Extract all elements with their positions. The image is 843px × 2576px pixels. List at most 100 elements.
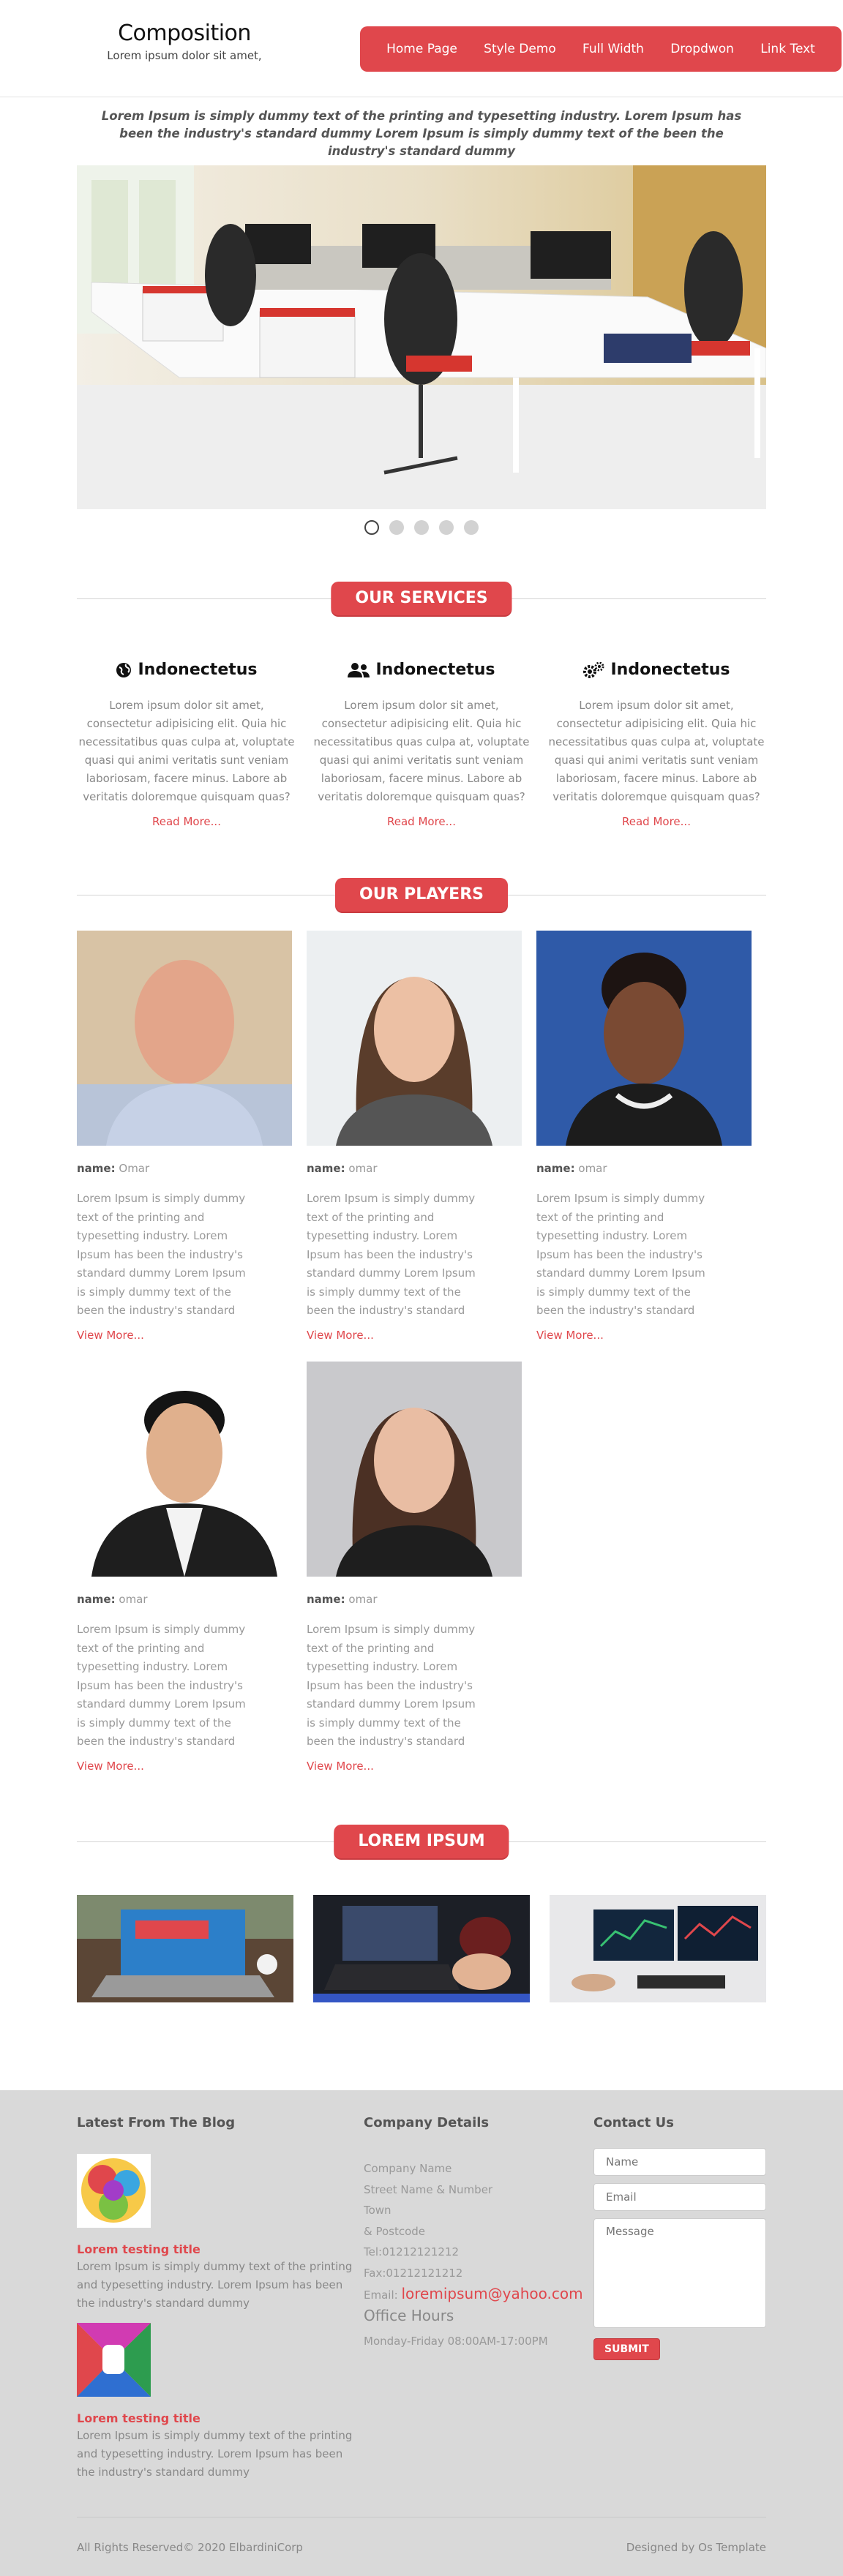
- blog-thumbnail[interactable]: [77, 2154, 151, 2228]
- slider-dots: [77, 520, 766, 535]
- view-more-link[interactable]: View More...: [536, 1329, 752, 1342]
- player-description: Lorem Ipsum is simply dummy text of the …: [536, 1192, 705, 1317]
- services-heading: OUR SERVICES: [77, 582, 766, 615]
- player-card: name: Omar Lorem Ipsum is simply dummy t…: [77, 931, 292, 1342]
- players-heading: OUR PLAYERS: [77, 878, 766, 912]
- player-card: name: omar Lorem Ipsum is simply dummy t…: [307, 931, 522, 1342]
- player-name: name: omar: [307, 1593, 522, 1606]
- company-town: Town: [364, 2204, 391, 2217]
- intro-text: Lorem Ipsum is simply dummy text of the …: [101, 109, 742, 158]
- player-card: name: omar Lorem Ipsum is simply dummy t…: [77, 1362, 292, 1773]
- gears-icon: [583, 661, 604, 678]
- slider-dot-1[interactable]: [364, 520, 379, 535]
- player-name-label: name:: [307, 1162, 345, 1175]
- player-name-value: omar: [348, 1162, 378, 1175]
- logo-title[interactable]: Composition: [104, 20, 265, 46]
- company-name: Company Name: [364, 2162, 452, 2175]
- service-title-text: Indonectetus: [610, 661, 730, 679]
- blog-column: Latest From The Blog Lorem testing title…: [77, 2115, 362, 2482]
- blog-post: Lorem testing title Lorem Ipsum is simpl…: [77, 2323, 362, 2482]
- read-more-link[interactable]: Read More...: [387, 815, 456, 828]
- player-name-label: name:: [77, 1593, 116, 1606]
- service-item: Indonectetus Lorem ipsum dolor sit amet,…: [312, 661, 531, 828]
- view-more-link[interactable]: View More...: [77, 1329, 292, 1342]
- service-title-text: Indonectetus: [138, 661, 258, 679]
- player-name: name: omar: [307, 1162, 522, 1175]
- player-photo: [536, 931, 752, 1146]
- player-description: Lorem Ipsum is simply dummy text of the …: [77, 1623, 246, 1748]
- hero-slider-image: [77, 165, 766, 509]
- company-fax: Fax:01212121212: [364, 2266, 463, 2280]
- nav-dropdown[interactable]: Dropdwon: [670, 42, 734, 56]
- service-description: Lorem ipsum dolor sit amet, consectetur …: [313, 699, 530, 803]
- nav-full-width[interactable]: Full Width: [582, 42, 644, 56]
- contact-email-input[interactable]: [593, 2183, 766, 2211]
- player-card: name: omar Lorem Ipsum is simply dummy t…: [536, 931, 752, 1342]
- office-hours-heading: Office Hours: [364, 2307, 454, 2324]
- player-name: name: omar: [536, 1162, 752, 1175]
- read-more-link[interactable]: Read More...: [622, 815, 691, 828]
- service-title: Indonectetus: [547, 661, 766, 679]
- slider-dot-4[interactable]: [439, 520, 454, 535]
- slider-dot-5[interactable]: [464, 520, 479, 535]
- company-email: Email: loremipsum@yahoo.com: [364, 2285, 583, 2302]
- player-card: name: omar Lorem Ipsum is simply dummy t…: [307, 1362, 522, 1773]
- player-name-label: name:: [307, 1593, 345, 1606]
- view-more-link[interactable]: View More...: [307, 1329, 522, 1342]
- email-label: Email:: [364, 2288, 398, 2302]
- slider-dot-2[interactable]: [389, 520, 404, 535]
- read-more-link[interactable]: Read More...: [152, 815, 221, 828]
- blog-post-title[interactable]: Lorem testing title: [77, 2242, 362, 2256]
- company-street: Street Name & Number: [364, 2182, 493, 2196]
- blog-post-text: Lorem Ipsum is simply dummy text of the …: [77, 2429, 353, 2479]
- contact-message-input[interactable]: [593, 2218, 766, 2328]
- gallery-heading-label: LOREM IPSUM: [334, 1825, 509, 1858]
- gallery-heading: LOREM IPSUM: [77, 1825, 766, 1858]
- view-more-link[interactable]: View More...: [77, 1760, 292, 1773]
- service-title: Indonectetus: [77, 661, 296, 679]
- services-heading-label: OUR SERVICES: [331, 582, 512, 615]
- service-title: Indonectetus: [312, 661, 531, 679]
- logo[interactable]: Composition Lorem ipsum dolor sit amet,: [104, 20, 265, 62]
- player-photo: [307, 1362, 522, 1577]
- gallery: [77, 1895, 766, 2002]
- blog-thumbnail[interactable]: [77, 2323, 151, 2397]
- contact-name-input[interactable]: [593, 2148, 766, 2176]
- designed-by[interactable]: Designed by Os Template: [626, 2541, 766, 2554]
- laptop-coffee-image[interactable]: [77, 1895, 293, 2002]
- player-photo: [77, 931, 292, 1146]
- globe-icon: [116, 662, 132, 677]
- nav-link-text[interactable]: Link Text: [760, 42, 815, 56]
- company-tel: Tel:01212121212: [364, 2245, 460, 2258]
- player-name-label: name:: [536, 1162, 575, 1175]
- trading-screens-image[interactable]: [550, 1895, 766, 2002]
- service-description: Lorem ipsum dolor sit amet, consectetur …: [548, 699, 765, 803]
- office-desks-image: [77, 165, 766, 509]
- footer-bottom: All Rights Reserved© 2020 ElbardiniCorp …: [77, 2517, 766, 2554]
- player-description: Lorem Ipsum is simply dummy text of the …: [307, 1623, 476, 1748]
- blog-post-text: Lorem Ipsum is simply dummy text of the …: [77, 2260, 353, 2310]
- company-heading: Company Details: [364, 2115, 490, 2130]
- nav-style-demo[interactable]: Style Demo: [484, 42, 556, 56]
- player-name: name: Omar: [77, 1162, 292, 1175]
- main-nav: Home Page Style Demo Full Width Dropdwon…: [360, 26, 842, 72]
- nav-home[interactable]: Home Page: [386, 42, 457, 56]
- email-link[interactable]: loremipsum@yahoo.com: [401, 2285, 582, 2302]
- gaming-laptop-image[interactable]: [313, 1895, 530, 2002]
- players-heading-label: OUR PLAYERS: [335, 878, 508, 912]
- site-header: Composition Lorem ipsum dolor sit amet, …: [0, 0, 843, 97]
- player-photo: [77, 1362, 292, 1577]
- player-name: name: omar: [77, 1593, 292, 1606]
- site-footer: Latest From The Blog Lorem testing title…: [0, 2090, 843, 2576]
- player-photo: [307, 931, 522, 1146]
- slider-dot-3[interactable]: [414, 520, 429, 535]
- submit-button[interactable]: SUBMIT: [593, 2338, 660, 2360]
- logo-tagline: Lorem ipsum dolor sit amet,: [107, 49, 262, 62]
- player-name-value: Omar: [119, 1162, 150, 1175]
- view-more-link[interactable]: View More...: [307, 1760, 522, 1773]
- copyright: All Rights Reserved© 2020 ElbardiniCorp: [77, 2541, 303, 2554]
- player-description: Lorem Ipsum is simply dummy text of the …: [77, 1192, 246, 1317]
- company-postcode: & Postcode: [364, 2224, 426, 2238]
- blog-post-title[interactable]: Lorem testing title: [77, 2411, 362, 2425]
- company-address: Company Name Street Name & Number Town &…: [364, 2158, 583, 2283]
